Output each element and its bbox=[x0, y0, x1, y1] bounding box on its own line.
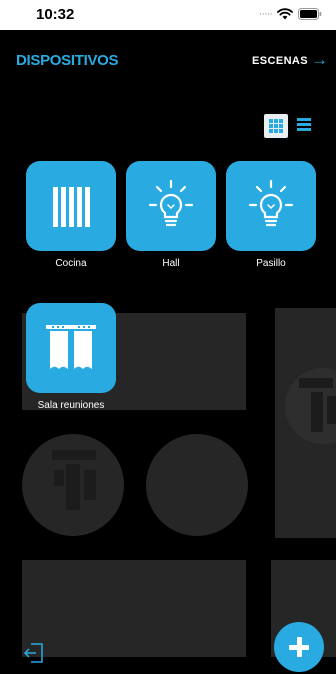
device-tile-sala-reuniones[interactable] bbox=[26, 303, 116, 393]
device-label: Cocina bbox=[55, 258, 87, 269]
signal-dots-icon: ····· bbox=[258, 8, 273, 20]
blinds-icon bbox=[53, 187, 90, 227]
device-tile-cocina[interactable] bbox=[26, 161, 116, 251]
status-time: 10:32 bbox=[36, 6, 75, 23]
device-tile-pasillo[interactable] bbox=[226, 161, 316, 251]
device-tile-hall[interactable] bbox=[126, 161, 216, 251]
battery-icon bbox=[298, 8, 322, 20]
status-icons: ····· bbox=[259, 8, 322, 20]
logo-icon bbox=[52, 450, 96, 510]
lightbulb-icon bbox=[148, 179, 194, 227]
logo-icon bbox=[285, 368, 336, 444]
list-view-button[interactable] bbox=[297, 118, 311, 132]
device-label: Pasillo bbox=[256, 258, 286, 269]
device-label: Sala reuniones bbox=[37, 400, 105, 411]
room-placeholder bbox=[146, 434, 248, 536]
room-placeholder bbox=[22, 560, 246, 657]
room-placeholder bbox=[22, 434, 124, 536]
status-bar: 10:32 ····· bbox=[0, 0, 336, 30]
lightbulb-icon bbox=[248, 179, 294, 227]
curtains-icon bbox=[46, 325, 96, 369]
add-device-button[interactable] bbox=[274, 622, 324, 672]
wifi-icon bbox=[277, 8, 293, 20]
header: DISPOSITIVOS ESCENAS → bbox=[0, 30, 336, 90]
arrow-right-icon[interactable]: → bbox=[311, 50, 328, 70]
grid-view-button[interactable] bbox=[264, 114, 288, 138]
logout-icon bbox=[23, 643, 43, 663]
logout-button[interactable] bbox=[22, 641, 46, 665]
device-label: Hall bbox=[162, 258, 180, 269]
page-title: DISPOSITIVOS bbox=[16, 52, 119, 69]
room-placeholder bbox=[275, 308, 336, 538]
scenes-link[interactable]: ESCENAS bbox=[252, 55, 308, 67]
